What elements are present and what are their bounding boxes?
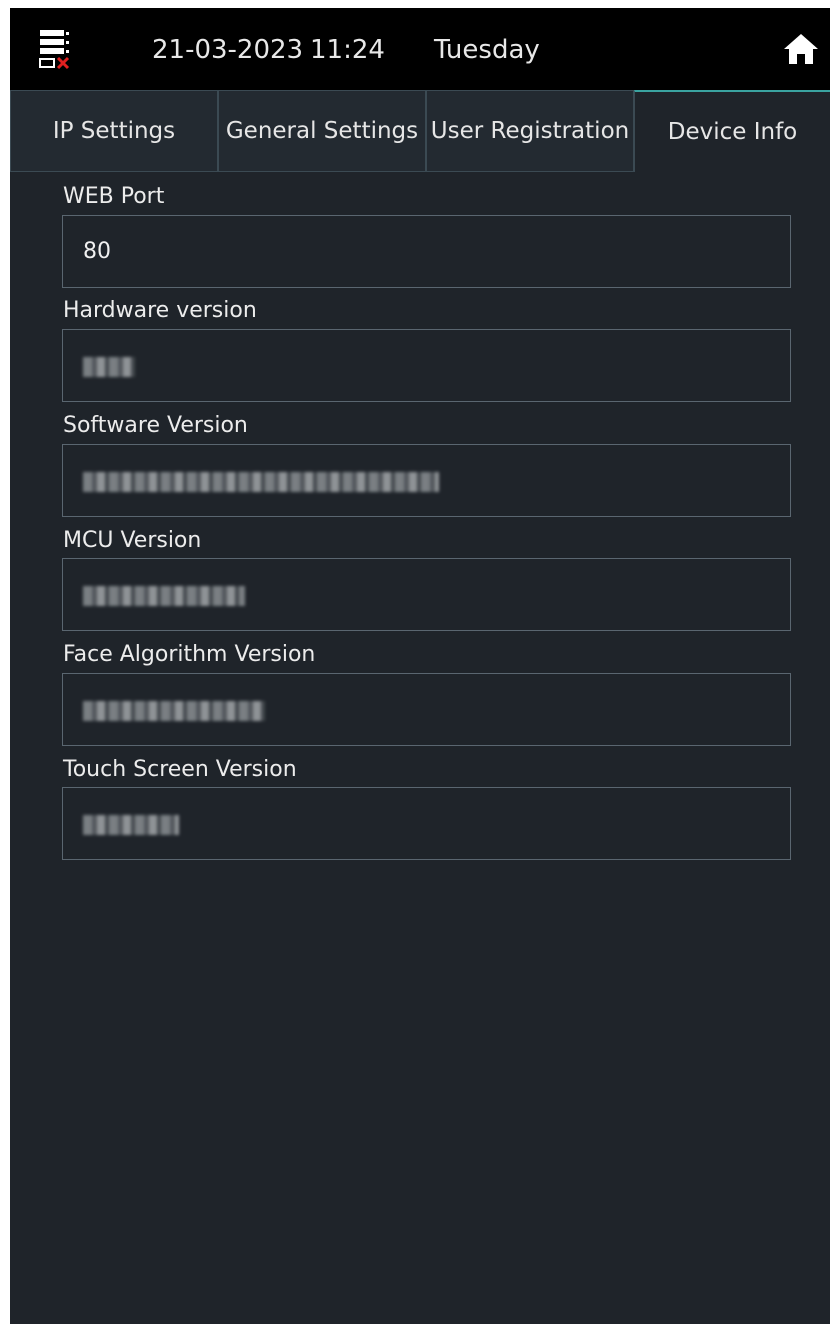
- tab-user-registration[interactable]: User Registration: [426, 90, 634, 172]
- device-screen: 21-03-2023 11:24 Tuesday IP Settings Gen…: [10, 8, 830, 1324]
- web-port-field: 80: [62, 215, 791, 288]
- network-disconnected-icon: [39, 30, 70, 70]
- touch-screen-version-field: [62, 787, 791, 860]
- mcu-version-label: MCU Version: [63, 528, 202, 553]
- face-algorithm-version-label: Face Algorithm Version: [63, 642, 316, 667]
- tab-ip-settings[interactable]: IP Settings: [10, 90, 218, 172]
- tab-general-settings[interactable]: General Settings: [218, 90, 426, 172]
- hardware-version-field: [62, 329, 791, 402]
- mcu-version-obscured-value: [83, 586, 245, 606]
- hardware-version-label: Hardware version: [63, 298, 257, 323]
- software-version-label: Software Version: [63, 413, 248, 438]
- hardware-version-obscured-value: [83, 357, 135, 377]
- web-port-value: 80: [83, 239, 111, 264]
- home-icon[interactable]: [782, 32, 820, 66]
- touch-screen-version-obscured-value: [83, 815, 179, 835]
- status-date: 21-03-2023: [152, 35, 304, 65]
- web-port-label: WEB Port: [63, 184, 165, 209]
- settings-tab-bar: IP Settings General Settings User Regist…: [10, 90, 830, 174]
- status-time: 11:24: [310, 35, 385, 65]
- status-weekday: Tuesday: [434, 35, 540, 65]
- face-algorithm-version-field: [62, 673, 791, 746]
- face-algorithm-version-obscured-value: [83, 701, 265, 721]
- software-version-obscured-value: [83, 472, 439, 492]
- tab-device-info[interactable]: Device Info: [634, 90, 830, 172]
- software-version-field: [62, 444, 791, 517]
- touch-screen-version-label: Touch Screen Version: [63, 757, 297, 782]
- status-bar: 21-03-2023 11:24 Tuesday: [10, 8, 830, 90]
- mcu-version-field: [62, 558, 791, 631]
